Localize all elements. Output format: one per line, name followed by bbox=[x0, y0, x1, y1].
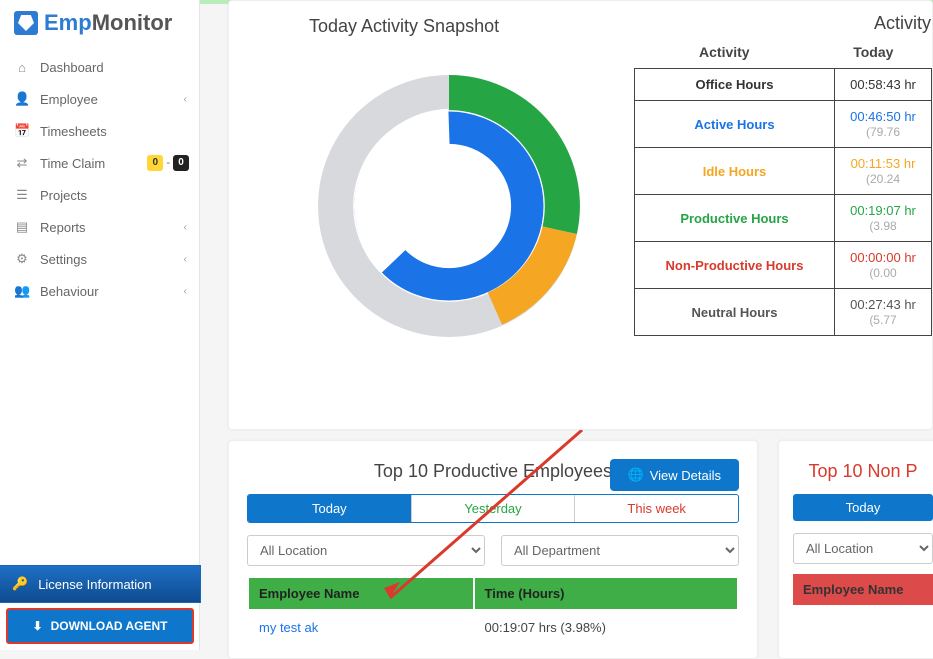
swap-icon: ⇄ bbox=[14, 155, 30, 171]
sidebar-item-label: Timesheets bbox=[40, 124, 107, 139]
col-activity: Activity bbox=[634, 44, 815, 60]
table-header: Employee NameTime (Hours) bbox=[249, 578, 737, 609]
user-icon: 👤 bbox=[14, 91, 30, 107]
sidebar-item-reports[interactable]: ▤ Reports ‹ bbox=[0, 211, 199, 243]
view-details-button[interactable]: 🌐View Details bbox=[610, 459, 739, 491]
employee-link[interactable]: my test ak bbox=[259, 620, 318, 635]
sidebar-item-label: Reports bbox=[40, 220, 86, 235]
chevron-left-icon: ‹ bbox=[184, 222, 187, 233]
table-row: Neutral Hours00:27:43 hr (5.77 bbox=[635, 289, 932, 336]
main-content: Today Activity Snapshot Activity Activit… bbox=[210, 0, 933, 650]
activity-table: ActivityToday Office Hours00:58:43 hr Ac… bbox=[634, 36, 932, 336]
table-row: my test ak00:19:07 hrs (3.98%) bbox=[249, 611, 737, 644]
sidebar-bottom: 🔑License Information ⬇DOWNLOAD AGENT bbox=[0, 566, 200, 650]
table-row: Idle Hours00:11:53 hr (20.24 bbox=[635, 148, 932, 195]
tab-yesterday[interactable]: Yesterday bbox=[411, 495, 576, 522]
key-icon: 🔑 bbox=[12, 576, 28, 592]
sidebar-item-label: Employee bbox=[40, 92, 98, 107]
col-today: Today bbox=[815, 44, 932, 60]
home-icon: ⌂ bbox=[14, 60, 30, 75]
download-icon: ⬇ bbox=[33, 619, 43, 633]
table-row: Non-Productive Hours00:00:00 hr (0.00 bbox=[635, 242, 932, 289]
location-select[interactable]: All Location bbox=[793, 533, 933, 564]
top-nonproductive-card: Top 10 Non P Today All Location Employee… bbox=[778, 440, 933, 659]
sidebar: EmpMonitor ⌂ Dashboard 👤 Employee ‹ 📅 Timesh… bbox=[0, 0, 200, 650]
table-row: Office Hours00:58:43 hr bbox=[635, 69, 932, 101]
gear-icon: ⚙ bbox=[14, 251, 30, 267]
tab-today[interactable]: Today bbox=[793, 494, 933, 521]
sidebar-item-label: Dashboard bbox=[40, 60, 104, 75]
sidebar-item-timesheets[interactable]: 📅 Timesheets bbox=[0, 115, 199, 147]
chevron-left-icon: ‹ bbox=[184, 94, 187, 105]
activity-snapshot-card: Today Activity Snapshot Activity Activit… bbox=[228, 0, 933, 430]
timeclaim-badges: 0-0 bbox=[147, 155, 189, 171]
brand-logo: EmpMonitor bbox=[0, 0, 199, 46]
sidebar-item-dashboard[interactable]: ⌂ Dashboard bbox=[0, 52, 199, 83]
productive-table: Employee NameTime (Hours) my test ak00:1… bbox=[247, 576, 739, 646]
globe-icon: 🌐 bbox=[628, 467, 644, 483]
tab-thisweek[interactable]: This week bbox=[575, 495, 738, 522]
sidebar-item-employee[interactable]: 👤 Employee ‹ bbox=[0, 83, 199, 115]
chevron-left-icon: ‹ bbox=[184, 254, 187, 265]
report-icon: ▤ bbox=[14, 219, 30, 235]
location-select[interactable]: All Location bbox=[247, 535, 485, 566]
chevron-left-icon: ‹ bbox=[184, 286, 187, 297]
download-agent-button[interactable]: ⬇DOWNLOAD AGENT bbox=[6, 608, 194, 644]
table-row: Productive Hours00:19:07 hr (3.98 bbox=[635, 195, 932, 242]
table-row: Active Hours00:46:50 hr (79.76 bbox=[635, 101, 932, 148]
activity-title-right: Activity bbox=[874, 13, 931, 34]
sidebar-item-label: Projects bbox=[40, 188, 87, 203]
top-productive-card: Top 10 Productive Employees 🌐View Detail… bbox=[228, 440, 758, 659]
logo-icon bbox=[14, 11, 38, 35]
snapshot-title: Today Activity Snapshot bbox=[229, 16, 932, 37]
card-title: Top 10 Non P bbox=[793, 461, 933, 482]
sidebar-item-projects[interactable]: ☰ Projects bbox=[0, 179, 199, 211]
calendar-icon: 📅 bbox=[14, 123, 30, 139]
department-select[interactable]: All Department bbox=[501, 535, 739, 566]
date-tabs: Today Yesterday This week bbox=[247, 494, 739, 523]
sidebar-item-label: Settings bbox=[40, 252, 87, 267]
sidebar-item-behaviour[interactable]: 👥 Behaviour ‹ bbox=[0, 275, 199, 307]
sidebar-item-label: Behaviour bbox=[40, 284, 99, 299]
sidebar-item-label: Time Claim bbox=[40, 156, 105, 171]
list-icon: ☰ bbox=[14, 187, 30, 203]
sidebar-item-timeclaim[interactable]: ⇄ Time Claim 0-0 bbox=[0, 147, 199, 179]
people-icon: 👥 bbox=[14, 283, 30, 299]
license-info-button[interactable]: 🔑License Information bbox=[0, 566, 200, 602]
activity-donut-chart bbox=[314, 71, 584, 341]
sidebar-item-settings[interactable]: ⚙ Settings ‹ bbox=[0, 243, 199, 275]
table-header: Employee Name bbox=[793, 574, 933, 605]
sidebar-nav: ⌂ Dashboard 👤 Employee ‹ 📅 Timesheets ⇄ Time … bbox=[0, 46, 199, 313]
tab-today[interactable]: Today bbox=[248, 495, 411, 522]
